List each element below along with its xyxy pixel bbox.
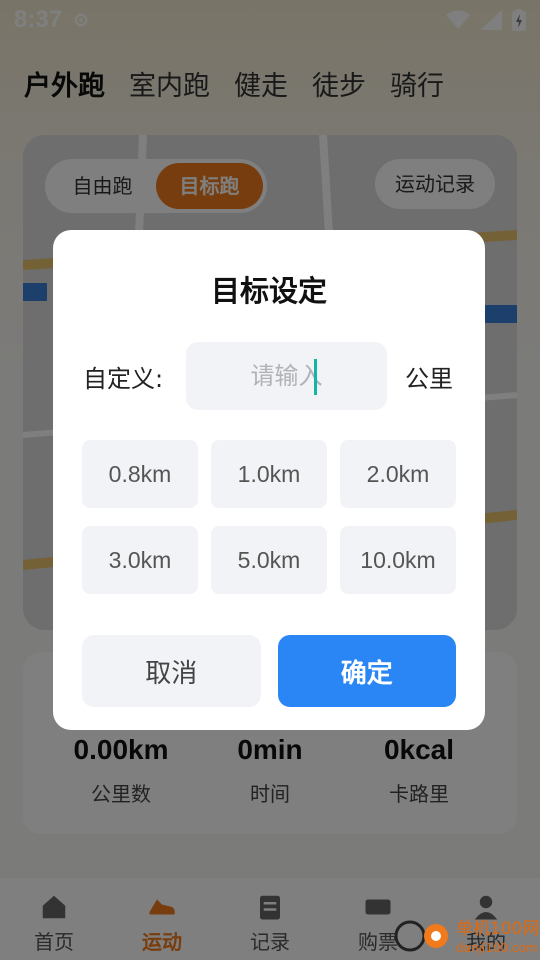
dialog-title: 目标设定 xyxy=(210,274,327,308)
custom-distance-input[interactable] xyxy=(186,342,387,410)
watermark-logo: 单机100网 danji100.com xyxy=(394,919,539,955)
custom-distance-row: 自定义: 公里 xyxy=(83,342,457,410)
distance-option-1km[interactable]: 1.0km xyxy=(211,440,327,508)
distance-option-3km[interactable]: 3.0km xyxy=(82,526,198,594)
distance-option-10km[interactable]: 10.0km xyxy=(340,526,456,594)
text-cursor xyxy=(314,359,317,395)
watermark-url: danji100.com xyxy=(456,941,538,955)
distance-option-5km[interactable]: 5.0km xyxy=(211,526,327,594)
watermark-text: 单机100网 xyxy=(456,919,539,939)
distance-option-2km[interactable]: 2.0km xyxy=(340,440,456,508)
target-setting-dialog: 目标设定 自定义: 公里 0.8km 1.0km 2.0km 3.0km 5.0… xyxy=(53,230,485,730)
cancel-button[interactable]: 取消 xyxy=(82,635,261,707)
custom-label: 自定义: xyxy=(83,364,164,393)
distance-option-0-8km[interactable]: 0.8km xyxy=(82,440,198,508)
dialog-actions: 取消 确定 xyxy=(82,635,456,707)
unit-label: 公里 xyxy=(405,364,453,393)
confirm-button[interactable]: 确定 xyxy=(277,635,456,707)
distance-options: 0.8km 1.0km 2.0km 3.0km 5.0km 10.0km xyxy=(82,440,456,594)
